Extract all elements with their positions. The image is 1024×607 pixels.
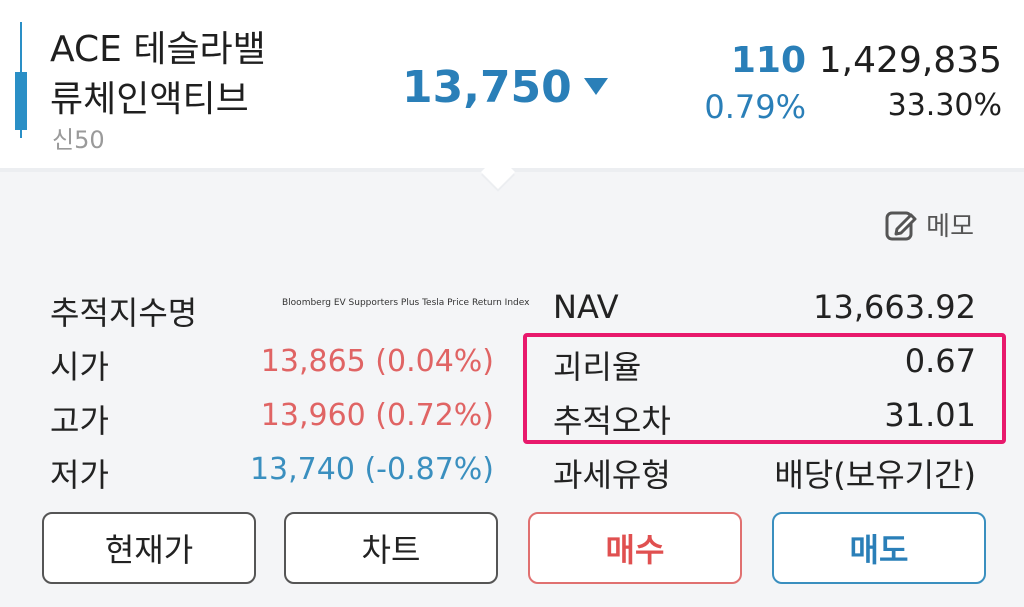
stock-name-line1: ACE 테슬라밸 [50, 29, 266, 70]
tracking-error-label: 추적오차 [553, 402, 671, 440]
candle-icon [15, 72, 27, 130]
premium-discount-value: 0.67 [904, 342, 976, 380]
low-price-label: 저가 [50, 456, 109, 494]
tracking-error-value: 31.01 [884, 396, 976, 434]
low-price-value: 13,740 (-0.87%) [249, 452, 494, 487]
current-price-button[interactable]: 현재가 [42, 512, 256, 584]
stock-sub-label: 신50 [52, 126, 105, 154]
nav-value: 13,663.92 [813, 288, 976, 326]
open-price-value: 13,865 (0.04%) [260, 344, 494, 379]
stock-name-line2: 류체인액티브 [50, 79, 249, 120]
chart-button[interactable]: 차트 [284, 512, 498, 584]
index-name-label: 추적지수명 [50, 294, 198, 332]
memo-label: 메모 [926, 212, 974, 242]
memo-button[interactable]: 메모 [884, 206, 974, 243]
nav-label: NAV [553, 288, 619, 326]
edit-note-icon [884, 208, 918, 242]
volume-percent: 33.30% [887, 88, 1002, 123]
index-name-value: Bloomberg EV Supporters Plus Tesla Price… [282, 298, 530, 308]
open-price-label: 시가 [50, 348, 109, 386]
down-triangle-icon [584, 78, 608, 95]
tax-type-value: 배당(보유기간) [774, 456, 976, 494]
price-change-percent: 0.79% [704, 88, 806, 126]
premium-discount-label: 괴리율 [553, 348, 642, 386]
high-price-label: 고가 [50, 402, 109, 440]
trade-volume: 1,429,835 [818, 40, 1002, 81]
current-price: 13,750 [402, 62, 572, 113]
quote-header: ACE 테슬라밸 류체인액티브 신50 13,750 110 0.79% 1,4… [0, 0, 1024, 168]
price-change-value: 110 [730, 40, 806, 81]
high-price-value: 13,960 (0.72%) [260, 398, 494, 433]
tax-type-label: 과세유형 [553, 456, 671, 494]
sell-button[interactable]: 매도 [772, 512, 986, 584]
buy-button[interactable]: 매수 [528, 512, 742, 584]
